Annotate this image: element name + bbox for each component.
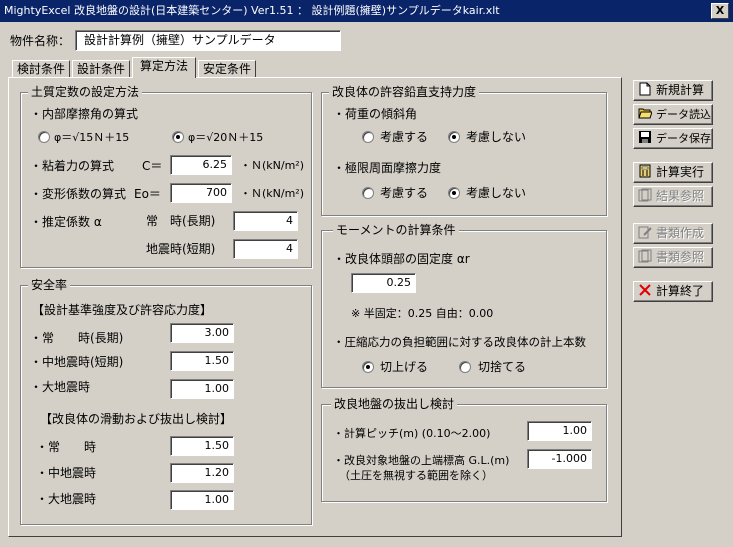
top-elevation-label: ・改良対象地盤の上端標高 G.L.(m) [333, 454, 510, 467]
safety-r6-label: ・大地震時 [36, 492, 97, 506]
modulus-unit: ・Ｎ(kN/m²) [240, 187, 305, 200]
create-document-button[interactable]: 書類作成 [633, 223, 713, 244]
window-title: MightyExcel 改良地盤の設計(日本建築センター) Ver1.51 ： … [0, 0, 733, 22]
close-button[interactable]: X [711, 3, 729, 19]
friction-formula-label: ・内部摩擦角の算式 [30, 107, 139, 121]
open-folder-icon [638, 108, 652, 119]
safety-r2-label: ・中地震時(短期) [30, 355, 124, 369]
pitch-label: ・計算ピッチ(m) (0.10～2.00) [333, 427, 491, 440]
view-result-button[interactable]: 結果参照 [633, 186, 713, 207]
view-document-label: 書類参照 [656, 250, 705, 264]
red-x-icon [639, 284, 651, 296]
safety-r5-label: ・中地震時 [36, 466, 97, 480]
view-result-label: 結果参照 [656, 189, 705, 203]
load-data-button[interactable]: データ読込 [633, 104, 713, 125]
load-consider-radio[interactable] [362, 131, 374, 143]
coef-normal-input[interactable]: 4 [233, 211, 298, 231]
bearing-group-title: 改良体の許容鉛直支持力度 [329, 85, 480, 99]
property-label: 物件名称： [10, 34, 71, 48]
run-calc-button[interactable]: 計算実行 [633, 162, 713, 183]
safety-r2-input[interactable]: 1.50 [170, 351, 234, 371]
new-calc-button[interactable]: 新規計算 [633, 80, 713, 101]
modulus-label: ・変形係数の算式 [30, 187, 127, 201]
create-document-label: 書類作成 [656, 226, 705, 240]
view-document-button[interactable]: 書類参照 [633, 247, 713, 268]
safety-sub2: 【改良体の滑動および抜出し検討】 [40, 412, 233, 426]
floppy-disk-icon [639, 131, 651, 143]
cohesion-symbol: C＝ [142, 159, 163, 173]
pile-count-label: ・圧縮応力の負担範囲に対する改良体の計上本数 [333, 335, 586, 349]
safety-r3-label: ・大地震時 [30, 380, 91, 394]
fixity-input[interactable]: 0.25 [351, 273, 416, 293]
friction-opt1-radio[interactable] [38, 131, 50, 143]
load-ignore-label: 考慮しない [466, 130, 527, 144]
exit-calc-button[interactable]: 計算終了 [633, 281, 713, 302]
safety-r4-input[interactable]: 1.50 [170, 436, 234, 456]
safety-r4-label: ・常 時 [36, 440, 97, 454]
load-angle-label: ・荷重の傾斜角 [333, 107, 418, 121]
friction-opt2-radio[interactable] [172, 131, 184, 143]
safety-group-title: 安全率 [28, 278, 71, 292]
fixity-note: ※ 半固定：0.25 自由：0.00 [351, 307, 494, 320]
soil-group-title: 土質定数の設定方法 [28, 85, 143, 99]
round-up-label: 切上げる [380, 360, 429, 374]
round-down-radio[interactable] [459, 361, 471, 373]
safety-r1-input[interactable]: 3.00 [170, 323, 234, 343]
exit-calc-label: 計算終了 [656, 284, 705, 298]
skin-friction-label: ・極限周面摩擦力度 [333, 161, 442, 175]
coef-quake-label: 地震時(短期) [146, 242, 216, 256]
safety-r6-input[interactable]: 1.00 [170, 490, 234, 510]
top-elevation-note: （土圧を無視する範囲を除く） [339, 469, 493, 482]
save-data-label: データ保存 [656, 132, 711, 145]
skin-consider-radio[interactable] [362, 187, 374, 199]
new-file-icon [639, 82, 651, 96]
safety-r5-input[interactable]: 1.20 [170, 463, 234, 483]
calculator-icon [639, 164, 651, 178]
safety-factor-group [20, 285, 312, 525]
pullout-group-title: 改良地盤の抜出し検討 [331, 397, 458, 411]
coef-normal-label: 常 時(長期) [146, 214, 216, 228]
skin-ignore-label: 考慮しない [466, 186, 527, 200]
result-view-icon [638, 188, 652, 202]
load-consider-label: 考慮する [380, 130, 429, 144]
friction-opt2-label: φ＝√20Ｎ＋15 [188, 131, 264, 144]
save-data-button[interactable]: データ保存 [633, 128, 713, 149]
coef-label: ・推定係数 α [30, 215, 102, 229]
skin-consider-label: 考慮する [380, 186, 429, 200]
tab-stability-conditions[interactable]: 安定条件 [198, 60, 256, 78]
property-name-input[interactable]: 設計計算例（擁壁）サンプルデータ [75, 30, 341, 51]
round-down-label: 切捨てる [478, 360, 527, 374]
skin-ignore-radio[interactable] [448, 187, 460, 199]
round-up-radio[interactable] [362, 361, 374, 373]
safety-r1-label: ・常 時(長期) [30, 331, 124, 345]
top-elevation-input[interactable]: -1.000 [527, 449, 592, 469]
pitch-input[interactable]: 1.00 [527, 421, 592, 441]
moment-group-title: モーメントの計算条件 [333, 223, 459, 237]
document-edit-icon [638, 226, 652, 239]
load-ignore-radio[interactable] [448, 131, 460, 143]
cohesion-label: ・粘着力の算式 [30, 159, 115, 173]
modulus-symbol: Eo＝ [134, 187, 161, 201]
cohesion-input[interactable]: 6.25 [170, 155, 232, 175]
modulus-input[interactable]: 700 [170, 183, 232, 203]
safety-sub1: 【設計基準強度及び許容応力度】 [32, 303, 213, 317]
fixity-label: ・改良体頭部の固定度 αr [333, 252, 470, 266]
tab-calculation-method[interactable]: 算定方法 [132, 57, 196, 78]
load-data-label: データ読込 [656, 108, 711, 121]
run-calc-label: 計算実行 [656, 165, 705, 179]
new-calc-label: 新規計算 [656, 83, 705, 97]
tab-study-conditions[interactable]: 検討条件 [12, 60, 70, 78]
safety-r3-input[interactable]: 1.00 [170, 379, 234, 399]
cohesion-unit: ・Ｎ(kN/m²) [240, 159, 305, 172]
friction-opt1-label: φ＝√15Ｎ＋15 [54, 131, 130, 144]
coef-quake-input[interactable]: 4 [233, 239, 298, 259]
document-view-icon [638, 249, 652, 263]
tab-design-conditions[interactable]: 設計条件 [72, 60, 130, 78]
